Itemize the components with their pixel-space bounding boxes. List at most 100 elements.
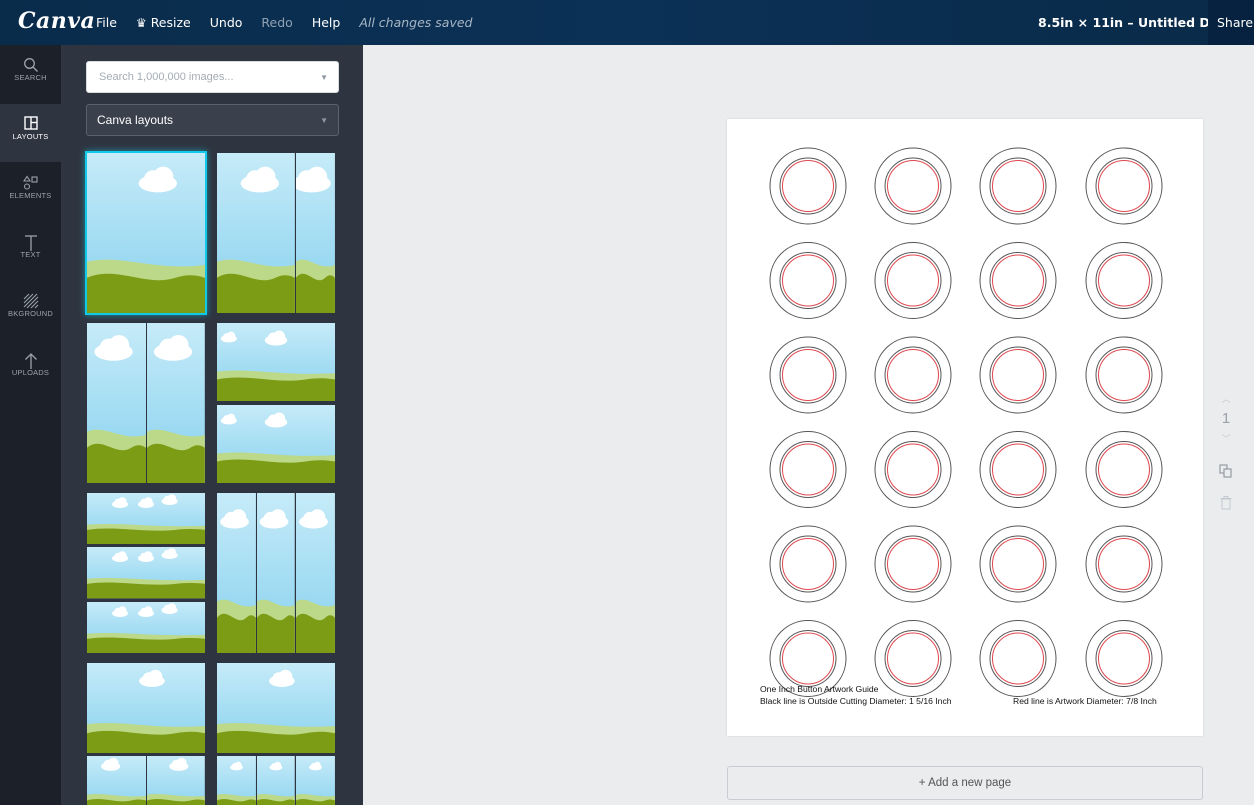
artwork-diameter-circle <box>782 538 834 590</box>
safe-zone-circle <box>884 630 942 687</box>
rail-item-elements[interactable]: ELEMENTS <box>0 163 61 221</box>
safe-zone-circle <box>989 535 1047 593</box>
move-page-up-icon[interactable]: ︿ <box>1216 392 1236 406</box>
layout-thumb-two-col[interactable] <box>217 153 335 313</box>
safe-zone-circle <box>1095 535 1153 593</box>
safe-zone-circle <box>1095 157 1153 215</box>
button-guide <box>979 431 1057 508</box>
artwork-diameter-circle <box>992 538 1044 590</box>
artwork-diameter-circle <box>1098 538 1150 590</box>
add-new-page-button[interactable]: + Add a new page <box>727 766 1203 800</box>
layout-thumb-single[interactable] <box>85 151 207 315</box>
layout-image-placeholder <box>87 756 146 805</box>
layout-image-placeholder <box>87 601 205 653</box>
artwork-diameter-circle <box>782 254 834 307</box>
cutting-diameter-circle <box>874 336 952 414</box>
layout-thumb-stack-three[interactable] <box>87 493 205 653</box>
safe-zone-circle <box>884 441 942 498</box>
layout-thumb-top-wide-three[interactable] <box>217 663 335 805</box>
rail-label-search: SEARCH <box>14 73 47 82</box>
cutting-diameter-circle <box>874 525 952 603</box>
rail-item-uploads[interactable]: UPLOADS <box>0 340 61 398</box>
button-guide <box>874 147 952 225</box>
layout-image-placeholder <box>296 153 335 313</box>
file-menu[interactable]: File <box>96 15 117 30</box>
cutting-diameter-circle <box>769 336 847 414</box>
rail-label-layouts: LAYOUTS <box>12 132 49 141</box>
rail-item-text[interactable]: TEXT <box>0 222 61 280</box>
cutting-diameter-circle <box>1085 431 1163 508</box>
page-tools: ︿ 1 ﹀ <box>1216 392 1236 510</box>
canva-logo[interactable]: Canva <box>18 8 95 34</box>
rail-item-search[interactable]: SEARCH <box>0 45 61 103</box>
button-guide <box>769 525 847 603</box>
safe-zone-circle <box>779 157 837 215</box>
layout-image-placeholder <box>296 756 335 805</box>
safe-zone-circle <box>884 157 942 215</box>
cutting-diameter-circle <box>1085 336 1163 414</box>
delete-page-icon[interactable] <box>1216 496 1236 510</box>
button-guide <box>769 147 847 225</box>
button-guide <box>1085 431 1163 508</box>
artwork-diameter-circle <box>782 632 834 685</box>
resize-button[interactable]: ♛ Resize <box>136 15 191 30</box>
safe-zone-circle <box>779 441 837 498</box>
layout-thumb-three-col[interactable] <box>217 493 335 653</box>
duplicate-page-icon[interactable] <box>1216 464 1236 478</box>
cutting-diameter-circle <box>874 242 952 319</box>
layout-image-placeholder <box>217 153 295 313</box>
safe-zone-circle <box>1095 346 1153 404</box>
safe-zone-circle <box>989 630 1047 687</box>
layout-thumb-top-wide[interactable] <box>87 663 205 805</box>
artwork-diameter-circle <box>887 160 939 212</box>
layout-image-placeholder <box>257 756 295 805</box>
image-search-box: ▼ <box>86 61 339 93</box>
rail-label-text: TEXT <box>20 250 41 259</box>
button-guide <box>979 242 1057 319</box>
safe-zone-circle <box>779 252 837 309</box>
button-guide <box>769 431 847 508</box>
layout-image-placeholder <box>257 493 295 653</box>
safe-zone-circle <box>884 535 942 593</box>
safe-zone-circle <box>779 346 837 404</box>
layout-source-dropdown[interactable]: Canva layouts ▼ <box>86 104 339 136</box>
layout-thumb-stack-two[interactable] <box>217 323 335 483</box>
cutting-diameter-circle <box>979 620 1057 697</box>
guide-title: One Inch Button Artwork Guide <box>760 684 879 694</box>
rail-item-layouts[interactable]: LAYOUTS <box>0 104 61 162</box>
layout-image-placeholder <box>217 323 335 402</box>
artwork-diameter-circle <box>1098 632 1150 685</box>
artwork-diameter-circle <box>1098 349 1150 401</box>
safe-zone-circle <box>1095 630 1153 687</box>
image-search-input[interactable] <box>87 62 307 92</box>
button-guide <box>874 525 952 603</box>
artwork-diameter-circle <box>887 254 939 307</box>
redo-button[interactable]: Redo <box>261 15 292 30</box>
safe-zone-circle <box>884 346 942 404</box>
elements-icon <box>0 163 61 190</box>
resize-label: Resize <box>150 15 191 30</box>
chevron-down-icon[interactable]: ▼ <box>320 73 328 82</box>
layout-image-placeholder <box>217 493 256 653</box>
button-guide <box>874 431 952 508</box>
safe-zone-circle <box>779 630 837 687</box>
artwork-diameter-circle <box>782 443 834 496</box>
artwork-diameter-circle <box>992 160 1044 212</box>
layout-image-placeholder <box>217 663 335 753</box>
rail-item-background[interactable]: BKGROUND <box>0 281 61 339</box>
share-button[interactable]: Share <box>1208 0 1254 45</box>
layout-thumb-split[interactable] <box>87 323 205 483</box>
safe-zone-circle <box>779 535 837 593</box>
safe-zone-circle <box>989 157 1047 215</box>
layout-image-placeholder <box>87 547 205 599</box>
cutting-diameter-circle <box>979 242 1057 319</box>
help-menu[interactable]: Help <box>312 15 341 30</box>
chevron-down-icon: ▼ <box>320 116 328 125</box>
undo-button[interactable]: Undo <box>210 15 243 30</box>
crown-icon: ♛ <box>135 16 147 30</box>
guide-red-line-note: Red line is Artwork Diameter: 7/8 Inch <box>1013 696 1157 706</box>
design-page[interactable]: One Inch Button Artwork Guide Black line… <box>727 119 1203 736</box>
layout-image-placeholder <box>87 663 205 753</box>
page-number: 1 <box>1221 410 1231 427</box>
move-page-down-icon[interactable]: ﹀ <box>1216 432 1236 446</box>
